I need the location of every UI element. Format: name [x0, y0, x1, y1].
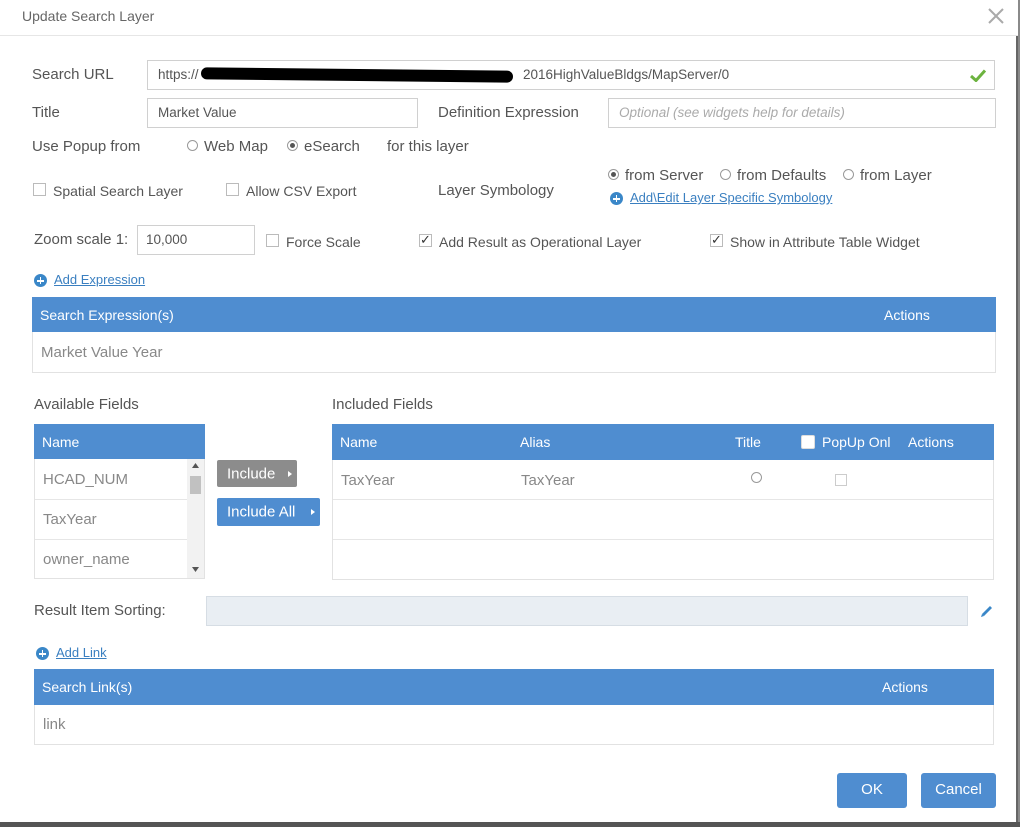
add-result-label: Add Result as Operational Layer: [439, 234, 642, 250]
search-url-prefix: https://: [158, 67, 199, 82]
close-icon[interactable]: [984, 4, 1008, 28]
edit-symbology-link[interactable]: Add\Edit Layer Specific Symbology: [630, 190, 832, 205]
search-url-label: Search URL: [32, 66, 114, 83]
table-row[interactable]: link: [43, 716, 66, 733]
symbology-defaults-label: from Defaults: [737, 167, 827, 184]
included-popup-header: PopUp Onl: [822, 434, 891, 450]
included-fields-header: Name Alias Title PopUp Onl Actions: [332, 424, 994, 460]
symbology-layer-label: from Layer: [860, 167, 932, 184]
expressions-table-body: Market Value Year: [32, 332, 996, 373]
update-search-layer-dialog: Update Search Layer Search URL https:// …: [0, 0, 1018, 822]
included-title-header: Title: [735, 434, 761, 450]
title-input[interactable]: Market Value: [147, 98, 418, 128]
row-divider: [35, 499, 187, 500]
include-all-button[interactable]: Include All: [217, 498, 320, 526]
force-scale-checkbox[interactable]: [266, 234, 279, 247]
available-fields-header: Name: [34, 424, 205, 459]
links-table-header: Search Link(s) Actions: [34, 669, 994, 705]
include-button-label: Include: [227, 465, 276, 482]
included-row-name: TaxYear: [341, 472, 395, 489]
dialog-title: Update Search Layer: [22, 8, 155, 24]
popup-esearch-radio[interactable]: [287, 140, 298, 151]
add-link-link[interactable]: Add Link: [56, 645, 107, 660]
allow-csv-label: Allow CSV Export: [246, 183, 357, 199]
scroll-up-icon[interactable]: [192, 463, 199, 468]
use-popup-label: Use Popup from: [32, 138, 141, 155]
links-col-header: Search Link(s): [42, 679, 133, 695]
redaction-bar: [200, 67, 514, 83]
popup-webmap-label: Web Map: [204, 138, 268, 155]
scrollbar-thumb[interactable]: [190, 476, 201, 494]
popup-only-select-all-checkbox[interactable]: [801, 435, 815, 449]
available-name-header: Name: [42, 433, 80, 450]
included-row-popup-checkbox[interactable]: [835, 474, 847, 486]
symbology-server-label: from Server: [625, 167, 704, 184]
row-divider: [35, 539, 187, 540]
scroll-down-icon[interactable]: [192, 567, 199, 572]
ok-button[interactable]: OK: [837, 773, 907, 808]
zoom-scale-label: Zoom scale 1:: [34, 231, 129, 248]
symbology-defaults-radio[interactable]: [720, 169, 731, 180]
check-valid-icon: [970, 69, 986, 82]
include-button[interactable]: Include: [217, 460, 297, 487]
popup-suffix-label: for this layer: [387, 138, 469, 155]
available-fields-list[interactable]: HCAD_NUM TaxYear owner_name: [34, 459, 205, 579]
show-attr-table-checkbox[interactable]: [710, 232, 723, 248]
definition-expression-label: Definition Expression: [438, 104, 579, 121]
title-label: Title: [32, 104, 60, 121]
cancel-button[interactable]: Cancel: [921, 773, 996, 808]
pencil-icon[interactable]: [979, 603, 995, 619]
row-divider: [333, 539, 993, 540]
add-link-icon[interactable]: [36, 647, 49, 660]
links-table-body: link: [34, 705, 994, 745]
available-fields-scrollbar[interactable]: [187, 459, 204, 578]
spatial-search-label: Spatial Search Layer: [53, 183, 183, 199]
expressions-actions-header: Actions: [884, 306, 930, 323]
included-fields-table-body: TaxYear TaxYear: [332, 460, 994, 580]
symbology-layer-radio[interactable]: [843, 169, 854, 180]
included-row-alias[interactable]: TaxYear: [521, 472, 575, 489]
layer-symbology-label: Layer Symbology: [438, 182, 554, 199]
popup-webmap-radio[interactable]: [187, 140, 198, 151]
symbology-server-radio[interactable]: [608, 169, 619, 180]
expressions-table-header: Search Expression(s) Actions: [32, 297, 996, 332]
zoom-scale-input[interactable]: 10,000: [137, 225, 255, 255]
add-result-checkbox[interactable]: [419, 232, 432, 248]
background-strip: [0, 822, 1020, 827]
included-actions-header: Actions: [908, 434, 954, 450]
spatial-search-checkbox[interactable]: [33, 183, 46, 196]
included-name-header: Name: [340, 434, 378, 450]
search-url-input[interactable]: https:// 2016HighValueBldgs/MapServer/0: [147, 60, 995, 90]
expressions-col-header: Search Expression(s): [40, 306, 174, 323]
show-attr-table-label: Show in Attribute Table Widget: [730, 234, 920, 250]
add-circle-icon[interactable]: [610, 192, 623, 205]
links-actions-header: Actions: [882, 679, 928, 695]
add-expression-icon[interactable]: [34, 274, 47, 287]
included-fields-label: Included Fields: [332, 396, 433, 413]
allow-csv-checkbox[interactable]: [226, 183, 239, 196]
result-sorting-label: Result Item Sorting:: [34, 602, 166, 619]
force-scale-label: Force Scale: [286, 234, 361, 250]
available-fields-label: Available Fields: [34, 396, 139, 413]
search-url-suffix: 2016HighValueBldgs/MapServer/0: [523, 67, 730, 82]
caret-right-icon: [311, 509, 315, 515]
included-alias-header: Alias: [520, 434, 551, 450]
definition-expression-input[interactable]: Optional (see widgets help for details): [608, 98, 996, 128]
dialog-titlebar: Update Search Layer: [0, 0, 1018, 36]
add-expression-link[interactable]: Add Expression: [54, 272, 145, 287]
result-sorting-input[interactable]: [206, 596, 968, 626]
list-item[interactable]: TaxYear: [43, 511, 97, 528]
row-divider: [333, 499, 993, 500]
include-all-button-label: Include All: [227, 503, 296, 521]
caret-right-icon: [288, 470, 292, 477]
included-row-title-radio[interactable]: [751, 472, 762, 483]
list-item[interactable]: owner_name: [43, 551, 130, 568]
popup-esearch-label: eSearch: [304, 138, 360, 155]
list-item[interactable]: HCAD_NUM: [43, 471, 128, 488]
table-row[interactable]: Market Value Year: [41, 344, 162, 361]
